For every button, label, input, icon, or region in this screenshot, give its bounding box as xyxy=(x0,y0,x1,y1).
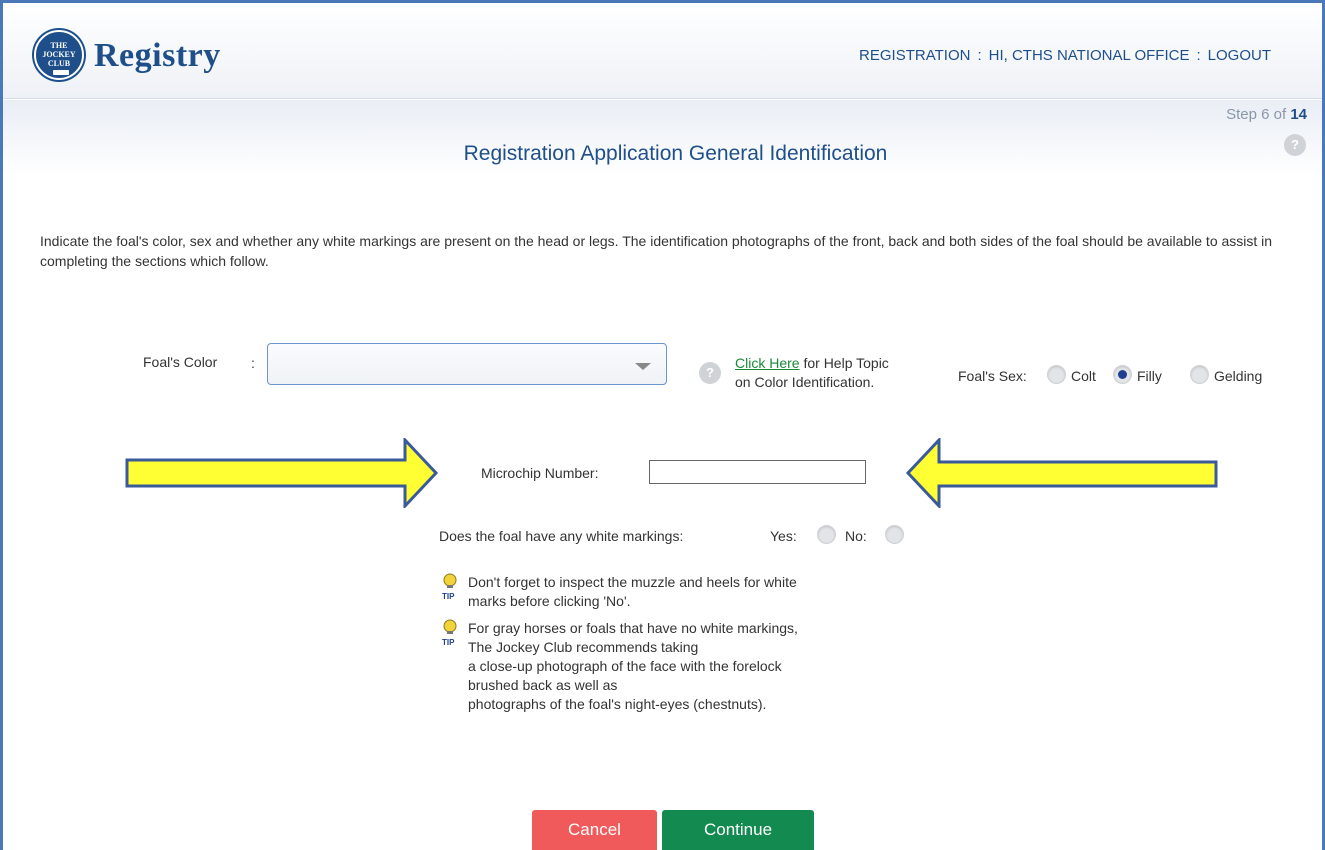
white-markings-question: Does the foal have any white markings: xyxy=(439,528,684,544)
color-help-link[interactable]: Click Here xyxy=(735,355,800,371)
page-subheader: Step 6 of 14 ? Registration Application … xyxy=(3,100,1322,176)
foal-color-colon: : xyxy=(251,355,255,371)
lightbulb-tip-icon: TIP xyxy=(442,573,457,601)
annotation-arrow-right-icon xyxy=(125,438,439,508)
color-help-text-2: on Color Identification. xyxy=(735,374,875,390)
step-total: 14 xyxy=(1290,106,1307,123)
lightbulb-tip-icon: TIP xyxy=(442,619,457,647)
tip1-line2: marks before clicking 'No'. xyxy=(468,593,631,609)
step-of-label: of xyxy=(1273,106,1287,123)
nav-logout-link[interactable]: LOGOUT xyxy=(1208,47,1271,64)
svg-text:TIP: TIP xyxy=(442,638,455,647)
sex-filly-label: Filly xyxy=(1137,368,1162,384)
logo-text-line2: JOCKEY xyxy=(42,50,76,59)
tip-gray-horses: TIP For gray horses or foals that have n… xyxy=(442,619,798,714)
step-label: Step xyxy=(1226,106,1257,123)
color-help-icon[interactable]: ? xyxy=(699,362,721,384)
sex-colt-label: Colt xyxy=(1071,368,1096,384)
sex-colt-radio[interactable] xyxy=(1047,365,1066,384)
white-markings-yes-label: Yes: xyxy=(770,528,797,544)
logo-text-line3: CLUB xyxy=(47,59,71,68)
page-title: Registration Application General Identif… xyxy=(463,142,888,165)
sex-filly-radio[interactable] xyxy=(1113,365,1132,384)
tip1-line1: Don't forget to inspect the muzzle and h… xyxy=(468,574,797,590)
logo-ribbon xyxy=(53,70,69,75)
tip2-line2: The Jockey Club recommends taking xyxy=(468,639,699,655)
cancel-button[interactable]: Cancel xyxy=(532,810,657,850)
app-header: THE JOCKEY CLUB Registry REGISTRATION: HI… xyxy=(3,3,1322,99)
foal-color-label: Foal's Color xyxy=(143,354,218,370)
step-current: 6 xyxy=(1261,106,1270,123)
top-nav: REGISTRATION: HI, CTHS NATIONAL OFFICE: LO… xyxy=(859,47,1271,64)
svg-text:TIP: TIP xyxy=(442,592,455,601)
sex-gelding-label: Gelding xyxy=(1214,368,1263,384)
step-indicator: Step 6 of 14 xyxy=(1226,106,1307,123)
tip2-line5: photographs of the foal's night-eyes (ch… xyxy=(468,696,767,712)
tip2-line3: a close-up photograph of the face with t… xyxy=(468,658,782,674)
foal-sex-label: Foal's Sex: xyxy=(958,368,1027,384)
tip2-line4: brushed back as well as xyxy=(468,677,618,693)
logo-text-line1: THE xyxy=(50,41,68,50)
nav-separator: : xyxy=(1196,47,1201,64)
sex-gelding-radio[interactable] xyxy=(1190,365,1209,384)
nav-separator: : xyxy=(977,47,982,64)
nav-registration-link[interactable]: REGISTRATION xyxy=(859,47,970,64)
color-help-text: Click Here for Help Topic on Color Ident… xyxy=(735,354,889,392)
microchip-label: Microchip Number: xyxy=(481,465,599,481)
white-markings-no-radio[interactable] xyxy=(885,525,904,544)
tip2-line1: For gray horses or foals that have no wh… xyxy=(468,620,798,636)
nav-user-greeting: HI, CTHS NATIONAL OFFICE xyxy=(988,47,1190,64)
foal-color-select[interactable] xyxy=(267,343,667,385)
annotation-arrow-left-icon xyxy=(905,438,1218,508)
white-markings-no-label: No: xyxy=(845,528,867,544)
intro-text: Indicate the foal's color, sex and wheth… xyxy=(40,233,1273,269)
continue-button[interactable]: Continue xyxy=(662,810,814,850)
white-markings-yes-radio[interactable] xyxy=(817,525,836,544)
microchip-input[interactable] xyxy=(649,460,866,484)
color-help-text-1: for Help Topic xyxy=(799,355,889,371)
chevron-down-icon xyxy=(635,363,651,370)
jockey-club-logo[interactable]: THE JOCKEY CLUB xyxy=(34,30,84,80)
app-title: Registry xyxy=(94,37,221,74)
tip-muzzle-heels: TIP Don't forget to inspect the muzzle a… xyxy=(442,573,797,611)
